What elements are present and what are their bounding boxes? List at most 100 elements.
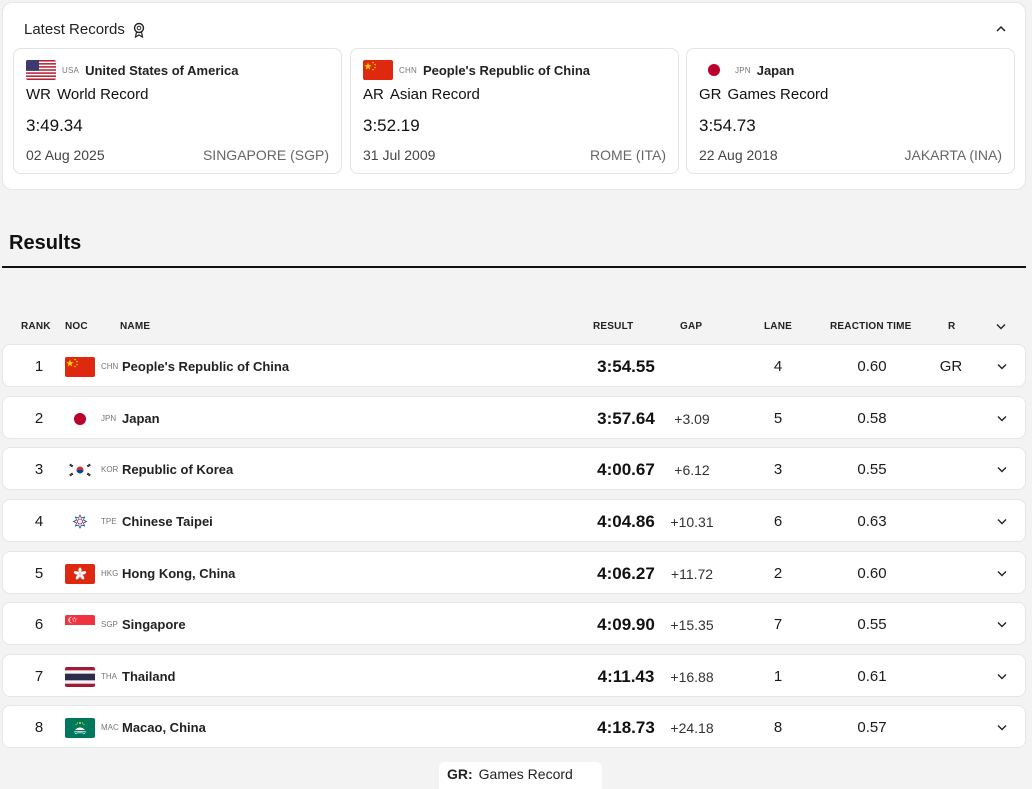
column-header-noc: NOC	[65, 321, 88, 332]
reaction-time: 0.60	[857, 565, 887, 582]
latest-records-card: Latest Records USA United States of Amer…	[2, 2, 1026, 190]
table-row[interactable]: 8 MAC Macao, China 4:18.73 +24.18 8 0.57	[2, 705, 1026, 748]
table-row[interactable]: 6 SGP Singapore 4:09.90 +15.35 7 0.55	[2, 602, 1026, 645]
record-mark	[928, 655, 974, 698]
chinese-taipei-flag-icon	[65, 511, 95, 532]
legend-text: Games Record	[478, 766, 573, 782]
reaction-time: 0.58	[857, 410, 887, 427]
record-mark	[928, 552, 974, 595]
results-title: Results	[9, 232, 82, 254]
gap	[649, 345, 735, 388]
record-type: WR World Record	[26, 86, 149, 103]
latest-records-title: Latest Records	[24, 21, 125, 38]
record-mark	[928, 397, 974, 440]
lane: 1	[773, 668, 783, 685]
table-row[interactable]: 5 HKG Hong Kong, China 4:06.27 +11.72 2 …	[2, 551, 1026, 594]
gap: +11.72	[670, 565, 714, 582]
record-date: 22 Aug 2018	[699, 147, 778, 163]
record-card-world[interactable]: USA United States of America WR World Rec…	[13, 48, 342, 174]
noc-code: KOR	[101, 465, 119, 474]
gap: +10.31	[670, 513, 714, 530]
record-place: ROME (ITA)	[590, 147, 666, 163]
record-type: AR Asian Record	[363, 86, 480, 103]
record-mark	[928, 500, 974, 543]
table-row[interactable]: 4 TPE Chinese Taipei 4:04.86 +10.31 6 0.…	[2, 499, 1026, 542]
usa-flag-icon	[26, 60, 56, 80]
singapore-flag-icon	[65, 614, 95, 635]
macao-flag-icon	[65, 717, 95, 738]
reaction-time: 0.61	[857, 668, 887, 685]
column-header-lane: LANE	[764, 321, 793, 332]
gap: +6.12	[674, 461, 710, 478]
chevron-down-icon[interactable]	[997, 570, 1007, 577]
team-name[interactable]: Thailand	[122, 655, 175, 698]
chevron-down-icon[interactable]	[997, 415, 1007, 422]
record-type: GR Games Record	[699, 86, 829, 103]
column-header-rank: RANK	[21, 321, 51, 332]
chevron-down-icon[interactable]	[997, 518, 1007, 525]
record-time: 3:52.19	[363, 116, 420, 135]
gap: +24.18	[670, 719, 714, 736]
gap: +15.35	[670, 616, 714, 633]
gap: +3.09	[674, 410, 710, 427]
thailand-flag-icon	[65, 666, 95, 687]
legend: GR: Games Record	[447, 766, 573, 782]
chevron-down-icon[interactable]	[996, 323, 1006, 330]
record-time: 3:54.73	[699, 116, 756, 135]
record-mark: GR	[939, 358, 963, 375]
team-name[interactable]: People's Republic of China	[122, 345, 289, 388]
reaction-time: 0.60	[857, 358, 887, 375]
record-country: JPN Japan	[699, 60, 794, 80]
record-date: 02 Aug 2025	[26, 147, 105, 163]
team-name[interactable]: Singapore	[122, 603, 186, 646]
column-header-gap: GAP	[680, 321, 703, 332]
chevron-down-icon[interactable]	[997, 673, 1007, 680]
column-header-result: RESULT	[593, 321, 634, 332]
lane: 5	[773, 410, 783, 427]
record-mark	[928, 603, 974, 646]
noc-code: THA	[101, 672, 117, 681]
country-name: Japan	[756, 62, 795, 78]
team-name[interactable]: Republic of Korea	[122, 448, 233, 491]
record-card-asian[interactable]: CHN People's Republic of China AR Asian R…	[350, 48, 679, 174]
team-name[interactable]: Japan	[122, 397, 160, 440]
latest-records-header: Latest Records	[24, 21, 145, 38]
japan-flag-icon	[699, 60, 729, 80]
chevron-down-icon[interactable]	[997, 621, 1007, 628]
gap: +16.88	[670, 668, 714, 685]
china-flag-icon	[363, 60, 393, 80]
reaction-time: 0.63	[857, 513, 887, 530]
record-place: JAKARTA (INA)	[904, 147, 1002, 163]
reaction-time: 0.55	[857, 461, 887, 478]
chevron-up-icon[interactable]	[995, 23, 1007, 35]
reaction-time: 0.55	[857, 616, 887, 633]
legend-abbr: GR:	[447, 766, 473, 782]
record-card-games[interactable]: JPN Japan GR Games Record 3:54.73 22 Aug …	[686, 48, 1015, 174]
noc-code: CHN	[101, 362, 119, 371]
record-country: CHN People's Republic of China	[363, 60, 590, 80]
table-row[interactable]: 3 KOR Republic of Korea 4:00.67 +6.12 3 …	[2, 447, 1026, 490]
lane: 7	[773, 616, 783, 633]
team-name[interactable]: Hong Kong, China	[122, 552, 235, 595]
medal-icon	[133, 22, 145, 38]
table-row[interactable]: 1 CHN People's Republic of China 3:54.55…	[2, 344, 1026, 387]
record-time: 3:49.34	[26, 116, 83, 135]
team-name[interactable]: Macao, China	[122, 706, 206, 749]
column-header-reaction-time: REACTION TIME	[830, 321, 912, 332]
lane: 6	[773, 513, 783, 530]
table-row[interactable]: 2 JPN Japan 3:57.64 +3.09 5 0.58	[2, 396, 1026, 439]
noc-code: CHN	[399, 65, 417, 75]
lane: 2	[773, 565, 783, 582]
chevron-down-icon[interactable]	[997, 466, 1007, 473]
korea-flag-icon	[65, 459, 95, 480]
noc-code: SGP	[101, 620, 118, 629]
table-row[interactable]: 7 THA Thailand 4:11.43 +16.88 1 0.61	[2, 654, 1026, 697]
lane: 3	[773, 461, 783, 478]
column-header-name: NAME	[120, 321, 151, 332]
chevron-down-icon[interactable]	[997, 363, 1007, 370]
japan-flag-icon	[65, 408, 95, 429]
chevron-down-icon[interactable]	[997, 724, 1007, 731]
country-name: United States of America	[85, 62, 239, 78]
lane: 8	[773, 719, 783, 736]
team-name[interactable]: Chinese Taipei	[122, 500, 213, 543]
